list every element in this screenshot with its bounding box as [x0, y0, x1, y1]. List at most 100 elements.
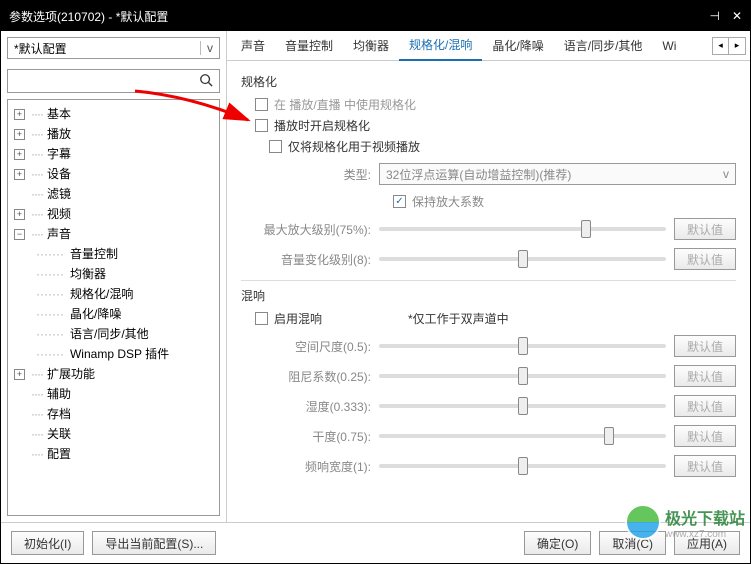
tree-item-label: 基本 [47, 104, 71, 124]
tree-item[interactable]: ····关联 [14, 424, 219, 444]
titlebar: 参数选项(210702) - *默认配置 ⊣ ✕ [1, 1, 750, 31]
tree-item[interactable]: −····声音 [14, 224, 219, 244]
tree-item-label: 规格化/混响 [70, 284, 133, 304]
tree-item-label: 配置 [47, 444, 71, 464]
chk-video-only[interactable]: 仅将规格化用于视频播放 [241, 138, 736, 155]
tab[interactable]: 均衡器 [343, 31, 399, 60]
max-amp-label: 最大放大级别(75%): [241, 221, 371, 238]
tab[interactable]: 音量控制 [275, 31, 343, 60]
room-label: 空间尺度(0.5): [241, 338, 371, 355]
ok-button[interactable]: 确定(O) [524, 531, 591, 555]
checkbox-icon [255, 98, 268, 111]
tree-item-label: 字幕 [47, 144, 71, 164]
max-amp-slider[interactable] [379, 227, 666, 231]
tab[interactable]: Wi [652, 33, 686, 59]
pin-icon[interactable]: ⊣ [709, 9, 719, 23]
collapse-icon[interactable]: − [14, 229, 25, 240]
search-icon[interactable] [199, 73, 213, 90]
chk-enable-reverb[interactable]: 启用混响 *仅工作于双声道中 [241, 310, 736, 327]
tab[interactable]: 规格化/混响 [399, 31, 482, 61]
tree-item[interactable]: +····基本 [14, 104, 219, 124]
tree-item-label: 视频 [47, 204, 71, 224]
checkbox-icon [255, 312, 268, 325]
tree-item-label: 均衡器 [70, 264, 106, 284]
dry-slider[interactable] [379, 434, 666, 438]
tree-item[interactable]: ·······规格化/混响 [36, 284, 219, 304]
footer: 初始化(I) 导出当前配置(S)... 确定(O) 取消(C) 应用(A) [1, 522, 750, 563]
tree-item[interactable]: ·······音量控制 [36, 244, 219, 264]
tree-item[interactable]: ·······Winamp DSP 插件 [36, 344, 219, 364]
tree-item-label: 扩展功能 [47, 364, 95, 384]
checkbox-icon [269, 140, 282, 153]
tab-scroll-right-icon[interactable]: ▸ [729, 38, 745, 54]
chk-enable-on-play[interactable]: 播放时开启规格化 [241, 117, 736, 134]
tree-item-label: 晶化/降噪 [70, 304, 121, 324]
reverb-note: *仅工作于双声道中 [408, 310, 509, 327]
tree-item[interactable]: ·······语言/同步/其他 [36, 324, 219, 344]
damp-slider[interactable] [379, 374, 666, 378]
close-icon[interactable]: ✕ [732, 9, 742, 23]
profile-selected-label: *默认配置 [14, 40, 67, 57]
nav-tree: +····基本+····播放+····字幕+····设备····滤镜+····视… [8, 104, 219, 464]
chk-keep-factor[interactable]: ✓ 保持放大系数 [241, 193, 736, 210]
apply-button[interactable]: 应用(A) [674, 531, 740, 555]
tab-scroll-left-icon[interactable]: ◂ [713, 38, 729, 54]
normalize-group-title: 规格化 [241, 73, 736, 90]
tab[interactable]: 晶化/降噪 [482, 31, 553, 60]
search-input[interactable] [14, 74, 199, 88]
init-button[interactable]: 初始化(I) [11, 531, 84, 555]
export-button[interactable]: 导出当前配置(S)... [92, 531, 216, 555]
tree-item-label: 语言/同步/其他 [70, 324, 149, 344]
checkbox-icon [255, 119, 268, 132]
vol-change-default-button[interactable]: 默认值 [674, 248, 736, 270]
tree-item[interactable]: +····字幕 [14, 144, 219, 164]
expand-icon[interactable]: + [14, 149, 25, 160]
tab[interactable]: 语言/同步/其他 [554, 31, 653, 60]
width-slider[interactable] [379, 464, 666, 468]
tree-item[interactable]: +····扩展功能 [14, 364, 219, 384]
width-default-button[interactable]: 默认值 [674, 455, 736, 477]
tree-item-label: 播放 [47, 124, 71, 144]
tree-item-label: 存档 [47, 404, 71, 424]
vol-change-slider[interactable] [379, 257, 666, 261]
tree-item-label: 声音 [47, 224, 71, 244]
tree-item[interactable]: +····播放 [14, 124, 219, 144]
width-label: 频响宽度(1): [241, 458, 371, 475]
tree-item[interactable]: ····滤镜 [14, 184, 219, 204]
damp-default-button[interactable]: 默认值 [674, 365, 736, 387]
chk-use-in-play[interactable]: 在 播放/直播 中使用规格化 [241, 96, 736, 113]
room-slider[interactable] [379, 344, 666, 348]
tree-item[interactable]: ····存档 [14, 404, 219, 424]
expand-icon[interactable]: + [14, 129, 25, 140]
vol-change-label: 音量变化级别(8): [241, 251, 371, 268]
cancel-button[interactable]: 取消(C) [599, 531, 666, 555]
expand-icon[interactable]: + [14, 209, 25, 220]
tree-item[interactable]: +····视频 [14, 204, 219, 224]
tree-item[interactable]: ·······晶化/降噪 [36, 304, 219, 324]
window-title: 参数选项(210702) - *默认配置 [9, 8, 168, 25]
tab[interactable]: 声音 [231, 31, 275, 60]
expand-icon[interactable]: + [14, 369, 25, 380]
expand-icon[interactable]: + [14, 109, 25, 120]
wet-label: 湿度(0.333): [241, 398, 371, 415]
tree-item[interactable]: ·······均衡器 [36, 264, 219, 284]
chevron-down-icon: v [200, 41, 213, 55]
reverb-group-title: 混响 [241, 287, 736, 304]
type-select[interactable]: 32位浮点运算(自动增益控制)(推荐) v [379, 163, 736, 185]
wet-default-button[interactable]: 默认值 [674, 395, 736, 417]
room-default-button[interactable]: 默认值 [674, 335, 736, 357]
tree-item-label: 辅助 [47, 384, 71, 404]
tree-item[interactable]: ····辅助 [14, 384, 219, 404]
tree-item-label: 滤镜 [47, 184, 71, 204]
type-label: 类型: [241, 166, 371, 183]
profile-select[interactable]: *默认配置 v [7, 37, 220, 59]
dry-default-button[interactable]: 默认值 [674, 425, 736, 447]
tabs-bar: 声音音量控制均衡器规格化/混响晶化/降噪语言/同步/其他Wi ◂▸ [227, 31, 750, 61]
tree-item[interactable]: +····设备 [14, 164, 219, 184]
damp-label: 阻尼系数(0.25): [241, 368, 371, 385]
tree-item[interactable]: ····配置 [14, 444, 219, 464]
expand-icon[interactable]: + [14, 169, 25, 180]
max-amp-default-button[interactable]: 默认值 [674, 218, 736, 240]
checkbox-icon: ✓ [393, 195, 406, 208]
wet-slider[interactable] [379, 404, 666, 408]
